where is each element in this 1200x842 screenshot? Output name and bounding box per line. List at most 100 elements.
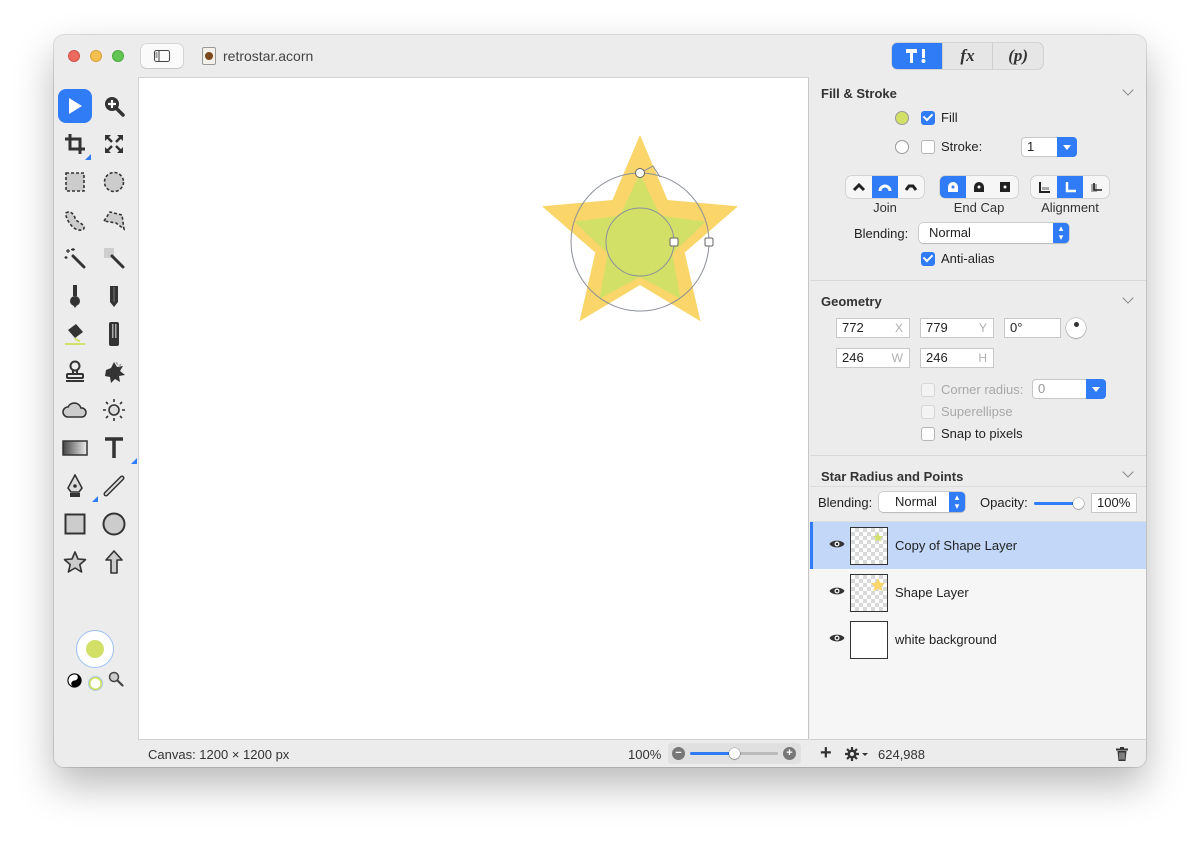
- stroke-checkbox[interactable]: [921, 139, 935, 154]
- fill-checkbox[interactable]: [921, 110, 935, 125]
- x-field[interactable]: 772 X: [836, 318, 910, 338]
- brush-tool[interactable]: [58, 279, 92, 313]
- endcap-round-button[interactable]: [940, 176, 966, 198]
- fill-stroke-header[interactable]: Fill & Stroke: [821, 86, 897, 101]
- line-tool[interactable]: [97, 469, 131, 503]
- height-field[interactable]: 246 H: [920, 348, 994, 368]
- instant-alpha-tool[interactable]: [97, 241, 131, 275]
- ellipse-marquee-tool[interactable]: [97, 165, 131, 199]
- chevron-down-icon[interactable]: [1122, 292, 1134, 304]
- gear-icon[interactable]: [845, 747, 869, 761]
- join-bevel-button[interactable]: [898, 176, 924, 198]
- cloud-tool[interactable]: [58, 393, 92, 427]
- stroke-checkbox-row[interactable]: Stroke:: [921, 139, 982, 154]
- rotation-field[interactable]: 0°: [1004, 318, 1061, 338]
- text-tool[interactable]: [97, 431, 137, 465]
- rect-marquee-tool[interactable]: [58, 165, 92, 199]
- geometry-header[interactable]: Geometry: [821, 294, 882, 309]
- miter-join-icon: [852, 182, 866, 192]
- outer-radius-handle[interactable]: [704, 237, 714, 247]
- arrow-shape-tool[interactable]: [97, 545, 131, 579]
- stroke-width-combo[interactable]: 1: [1021, 137, 1077, 157]
- select-tool[interactable]: [58, 89, 92, 123]
- zoom-tool[interactable]: [97, 89, 131, 123]
- eye-icon[interactable]: [829, 586, 845, 596]
- trash-icon[interactable]: [1116, 747, 1128, 761]
- canvas[interactable]: [138, 77, 809, 739]
- fill-color-swatch[interactable]: [895, 111, 909, 125]
- inner-radius-handle[interactable]: [669, 237, 679, 247]
- layer-row[interactable]: Copy of Shape Layer: [810, 522, 1146, 569]
- stroke-label: Stroke:: [941, 139, 983, 154]
- pencil-tool[interactable]: [97, 279, 131, 313]
- alignment-inside-button[interactable]: [1031, 176, 1057, 198]
- blending-popup[interactable]: Normal ▴ ▾: [919, 223, 1069, 243]
- oval-tool[interactable]: [97, 507, 131, 541]
- color-picker-magnifier-icon[interactable]: [108, 671, 124, 687]
- star-radius-header[interactable]: Star Radius and Points: [821, 469, 963, 484]
- endcap-butt-button[interactable]: [966, 176, 992, 198]
- opacity-field[interactable]: 100%: [1091, 493, 1137, 513]
- sidebar-toggle-button[interactable]: [141, 44, 183, 68]
- snap-to-pixels-checkbox[interactable]: [921, 426, 935, 441]
- stroke-color-icon[interactable]: [88, 676, 103, 691]
- clone-stamp-tool[interactable]: [58, 355, 92, 389]
- lasso-tool[interactable]: [58, 203, 92, 237]
- zoom-slider[interactable]: [690, 748, 778, 759]
- alignment-outside-button[interactable]: [1083, 176, 1109, 198]
- eye-icon[interactable]: [829, 539, 845, 549]
- pen-tool[interactable]: [58, 469, 98, 503]
- snap-row[interactable]: Snap to pixels: [921, 426, 1023, 441]
- points-handle[interactable]: [635, 168, 645, 178]
- close-button[interactable]: [68, 50, 80, 62]
- rectangle-tool[interactable]: [58, 507, 92, 541]
- transform-tool[interactable]: [97, 127, 131, 161]
- layer-row[interactable]: Shape Layer: [810, 569, 1146, 616]
- hammer-and-brush-icon: [905, 49, 926, 63]
- text-icon: [105, 437, 123, 458]
- fill-checkbox-row[interactable]: Fill: [921, 110, 958, 125]
- crop-tool[interactable]: [58, 127, 92, 161]
- splatter-icon: [105, 361, 125, 383]
- chevron-down-icon[interactable]: [1122, 466, 1134, 478]
- antialias-row[interactable]: Anti-alias: [921, 251, 994, 266]
- stroke-color-swatch[interactable]: [895, 140, 909, 154]
- antialias-checkbox[interactable]: [921, 251, 935, 266]
- zoom-out-button[interactable]: −: [672, 747, 685, 760]
- layer-row[interactable]: white background: [810, 616, 1146, 663]
- sun-tool[interactable]: [97, 393, 131, 427]
- rotation-knob[interactable]: [1066, 318, 1086, 338]
- chevron-down-icon[interactable]: [1122, 84, 1134, 96]
- polygon-lasso-tool[interactable]: [97, 203, 131, 237]
- dropdown-arrow-icon[interactable]: [1086, 379, 1106, 399]
- endcap-square-button[interactable]: [992, 176, 1018, 198]
- alignment-center-button[interactable]: [1057, 176, 1083, 198]
- zoom-window-button[interactable]: [112, 50, 124, 62]
- swap-colors-icon[interactable]: [67, 673, 82, 688]
- tab-effects[interactable]: fx: [943, 43, 994, 69]
- join-round-button[interactable]: [872, 176, 898, 198]
- superellipse-label: Superellipse: [941, 404, 1013, 419]
- y-field[interactable]: 779 Y: [920, 318, 994, 338]
- corner-radius-combo[interactable]: 0: [1032, 379, 1106, 399]
- tab-tools[interactable]: [892, 43, 943, 69]
- star-tool[interactable]: [58, 545, 92, 579]
- join-miter-button[interactable]: [846, 176, 872, 198]
- eraser-tool[interactable]: [97, 317, 131, 351]
- popup-stepper-icon: ▴ ▾: [1053, 223, 1069, 243]
- fill-color-well[interactable]: [76, 630, 114, 668]
- gradient-tool[interactable]: [58, 431, 92, 465]
- tab-properties[interactable]: (p): [993, 43, 1043, 69]
- add-layer-button[interactable]: +: [820, 742, 832, 765]
- magic-wand-tool[interactable]: [58, 241, 92, 275]
- minimize-button[interactable]: [90, 50, 102, 62]
- layer-blending-popup[interactable]: Normal ▴ ▾: [879, 492, 965, 512]
- eye-icon[interactable]: [829, 633, 845, 643]
- dropdown-arrow-icon[interactable]: [1057, 137, 1077, 157]
- paint-bucket-tool[interactable]: [58, 317, 92, 351]
- opacity-slider-knob[interactable]: [1073, 498, 1084, 509]
- width-field[interactable]: 246 W: [836, 348, 910, 368]
- smudge-tool[interactable]: [97, 355, 131, 389]
- zoom-in-button[interactable]: +: [783, 747, 796, 760]
- zoom-slider-knob[interactable]: [729, 748, 740, 759]
